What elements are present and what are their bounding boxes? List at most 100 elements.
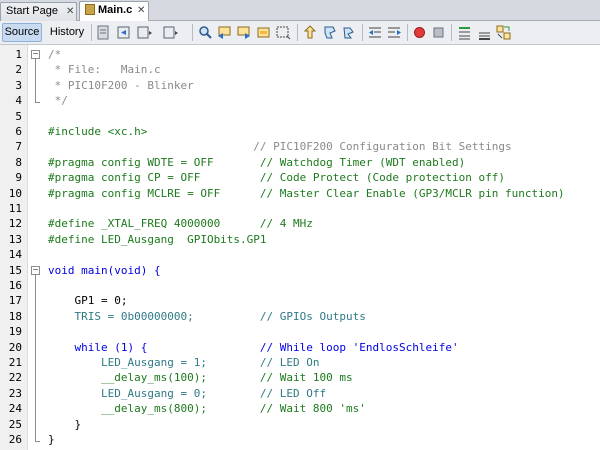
shift-right-icon[interactable] — [367, 24, 384, 41]
prev-bookmark-icon[interactable] — [275, 24, 292, 41]
code-line: 13 #define LED_Ausgang GPIObits.GP1 — [0, 232, 600, 247]
code-line: 3 * PIC10F200 - Blinker — [0, 78, 600, 93]
code-text: #define _XTAL_FREQ 4000000 // 4 MHz — [48, 217, 313, 231]
editor-toolbar: Source History — [0, 21, 600, 45]
code-text: LED_Ausgang = 1; // LED On — [48, 356, 320, 369]
code-line: 8 #pragma config WDTE = OFF // Watchdog T… — [0, 155, 600, 170]
stop-macro-icon[interactable] — [430, 24, 447, 41]
code-line: 20 while (1) { // While loop 'EndlosSchl… — [0, 340, 600, 355]
code-text: * PIC10F200 - Blinker — [48, 78, 194, 92]
code-line: 10 #pragma config MCLRE = OFF // Master C… — [0, 186, 600, 201]
forward-icon[interactable] — [136, 24, 153, 41]
line-number: 4 — [15, 94, 22, 108]
line-number: 14 — [8, 248, 22, 262]
code-line: 2 * File: Main.c — [0, 62, 600, 77]
code-text: * File: Main.c — [48, 63, 161, 77]
code-text: #pragma config MCLRE = OFF // Master Cle… — [48, 186, 565, 200]
line-number: 1 — [15, 48, 22, 61]
comment-icon[interactable] — [456, 24, 473, 41]
code-text: while (1) { // While loop 'EndlosSchleif… — [48, 340, 459, 354]
last-edit-icon[interactable] — [95, 24, 112, 41]
line-number: 11 — [8, 202, 22, 215]
toolbar-separator — [407, 24, 408, 41]
code-text: // PIC10F200 Configuration Bit Settings — [48, 140, 512, 154]
code-text: void main(void) { — [48, 263, 161, 277]
code-text: #pragma config WDTE = OFF // Watchdog Ti… — [48, 155, 466, 169]
find-next-icon[interactable] — [216, 24, 233, 41]
line-number: 26 — [8, 433, 22, 446]
back-icon[interactable] — [116, 24, 133, 41]
code-line: 26} — [0, 432, 600, 447]
record-macro-icon[interactable] — [386, 24, 403, 41]
tab-start-page-label: Start Page — [6, 5, 58, 17]
code-text: #pragma config CP = OFF // Code Protect … — [48, 171, 505, 185]
code-line: 23 LED_Ausgang = 0; // LED Off — [0, 386, 600, 401]
code-text: TRIS = 0b00000000; // GPIOs Outputs — [48, 309, 366, 323]
code-line: 22 __delay_ms(100); // Wait 100 ms — [0, 370, 600, 385]
code-line: 4 */ — [0, 93, 600, 108]
line-number: 2 — [15, 63, 22, 77]
code-text: GP1 = 0; — [48, 294, 128, 308]
code-line: 17 GP1 = 0; — [0, 293, 600, 308]
code-editor[interactable]: − − 1/* 2 * File: Main.c 3 * PIC10F200 -… — [0, 45, 600, 450]
code-line: 7 // PIC10F200 Configuration Bit Setting… — [0, 139, 600, 154]
line-number: 7 — [15, 140, 22, 154]
source-view-button[interactable]: Source — [2, 23, 42, 42]
code-line: 15 void main(void) { — [0, 263, 600, 278]
line-number: 21 — [8, 356, 22, 369]
tab-main-c-label: Main.c — [98, 4, 133, 16]
code-line: 24 __delay_ms(800); // Wait 800 'ms' — [0, 401, 600, 416]
tab-start-page[interactable]: Start Page ✕ — [0, 2, 77, 21]
uncomment-icon[interactable] — [476, 24, 493, 41]
code-line: 9 #pragma config CP = OFF // Code Protect… — [0, 170, 600, 185]
diff-icon[interactable] — [495, 24, 512, 41]
line-number: 23 — [8, 386, 22, 400]
code-line: 1 /* — [0, 47, 600, 62]
code-text: __delay_ms(100); // Wait 100 ms — [48, 371, 353, 385]
code-line: 18 TRIS = 0b00000000; // GPIOs Outputs — [0, 309, 600, 324]
toolbar-separator — [297, 24, 298, 41]
next-bookmark-icon[interactable] — [302, 24, 319, 41]
shift-left-icon[interactable] — [340, 24, 357, 41]
code-text: #include <xc.h> — [48, 125, 148, 138]
editor-tab-bar: Start Page ✕ Main.c ✕ — [0, 0, 600, 22]
line-number: 18 — [8, 309, 22, 323]
code-line: 16 — [0, 278, 600, 293]
toolbar-separator — [451, 24, 452, 41]
line-number: 8 — [15, 155, 22, 169]
line-number: 10 — [8, 186, 22, 200]
code-line: 14 — [0, 247, 600, 262]
find-selection-icon[interactable] — [235, 24, 252, 41]
history-view-button[interactable]: History — [45, 23, 89, 42]
toggle-bookmark-icon[interactable] — [321, 24, 338, 41]
code-text: #define LED_Ausgang GPIObits.GP1 — [48, 232, 267, 246]
find-previous-icon[interactable] — [197, 24, 214, 41]
line-number: 17 — [8, 294, 22, 308]
line-number: 25 — [8, 417, 22, 431]
record-macro-dot-icon[interactable] — [411, 24, 428, 41]
toggle-highlight-icon[interactable] — [255, 24, 272, 41]
c-file-icon — [85, 4, 95, 15]
line-number: 20 — [8, 340, 22, 354]
code-text: LED_Ausgang = 0; // LED Off — [48, 386, 327, 400]
line-number: 24 — [8, 402, 22, 416]
tab-start-page-close-icon[interactable]: ✕ — [66, 3, 74, 20]
line-number: 19 — [8, 325, 22, 339]
code-line: 21 LED_Ausgang = 1; // LED On — [0, 355, 600, 370]
toolbar-separator — [91, 24, 92, 41]
code-line: 5 — [0, 109, 600, 124]
line-number: 3 — [15, 78, 22, 92]
line-number: 22 — [8, 371, 22, 385]
toolbar-separator — [362, 24, 363, 41]
code-text: } — [48, 433, 55, 446]
line-number: 9 — [15, 171, 22, 185]
code-line: 6 #include <xc.h> — [0, 124, 600, 139]
tab-main-c[interactable]: Main.c ✕ — [79, 1, 149, 22]
code-text: __delay_ms(800); // Wait 800 'ms' — [48, 402, 366, 416]
line-number: 12 — [8, 217, 22, 231]
find-icon[interactable] — [162, 24, 179, 41]
tab-main-c-close-icon[interactable]: ✕ — [137, 2, 145, 19]
toolbar-separator — [192, 24, 193, 41]
line-number: 15 — [8, 263, 22, 277]
code-text: } — [48, 417, 82, 431]
